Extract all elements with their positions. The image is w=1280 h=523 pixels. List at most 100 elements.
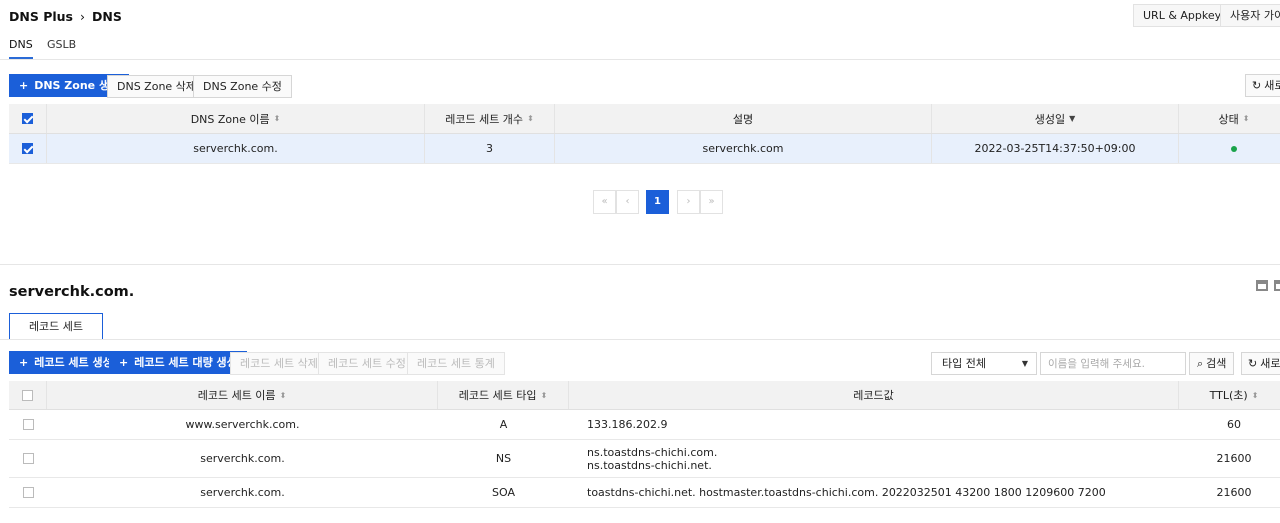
bulk-create-label: 레코드 세트 대량 생성 xyxy=(134,356,237,369)
record-type-value: 타입 전체 xyxy=(942,357,986,370)
sort-desc-icon: ▼ xyxy=(1069,114,1076,123)
col-ttl-label: TTL(초) xyxy=(1209,389,1248,402)
url-appkey-button[interactable]: URL & Appkey xyxy=(1133,4,1232,27)
table-row[interactable]: serverchk.com. NS ns.toastdns-chichi.com… xyxy=(9,440,1280,478)
zone-name-cell: serverchk.com. xyxy=(47,134,425,163)
record-type-select[interactable]: 타입 전체 ▼ xyxy=(931,352,1037,375)
delete-record-set-button[interactable]: 레코드 세트 삭제 xyxy=(230,352,328,375)
delete-zone-button[interactable]: DNS Zone 삭제 xyxy=(107,75,206,98)
status-active-icon xyxy=(1231,145,1237,152)
table-row[interactable]: serverchk.com. SOA toastdns-chichi.net. … xyxy=(9,478,1280,508)
record-name-cell: www.serverchk.com. xyxy=(185,418,300,431)
record-set-stats-button[interactable]: 레코드 세트 통계 xyxy=(407,352,505,375)
col-record-count[interactable]: 레코드 세트 개수 ⬍ xyxy=(425,104,555,133)
chevron-right-icon: › xyxy=(79,9,85,24)
row-select-cell xyxy=(9,410,47,439)
sort-icon: ⬍ xyxy=(273,114,281,123)
record-name-cell: serverchk.com. xyxy=(200,452,285,465)
created-cell: 2022-03-25T14:37:50+09:00 xyxy=(932,134,1179,163)
record-search-input[interactable] xyxy=(1040,352,1186,375)
col-record-type-label: 레코드 세트 타입 xyxy=(458,389,537,402)
record-select-all-checkbox[interactable] xyxy=(22,389,33,401)
sort-icon: ⬍ xyxy=(1242,114,1250,123)
user-guide-button[interactable]: 사용자 가이드 xyxy=(1220,4,1280,27)
row-select-cell xyxy=(9,440,47,477)
col-description: 설명 xyxy=(555,104,932,133)
zone-row[interactable]: serverchk.com. 3 serverchk.com 2022-03-2… xyxy=(9,134,1280,164)
plus-icon: + xyxy=(119,356,129,369)
zone-table-header: DNS Zone 이름 ⬍ 레코드 세트 개수 ⬍ 설명 생성일 ▼ 상태 ⬍ xyxy=(9,104,1280,134)
row-checkbox[interactable] xyxy=(22,453,34,464)
col-ttl[interactable]: TTL(초) ⬍ xyxy=(1179,381,1280,409)
tab-gslb[interactable]: GSLB xyxy=(47,38,76,59)
col-record-value: 레코드값 xyxy=(569,381,1179,409)
sort-icon: ⬍ xyxy=(527,114,534,123)
record-value-line: ns.toastdns-chichi.com. xyxy=(587,445,718,459)
zone-detail-title: serverchk.com. xyxy=(9,284,135,300)
col-status[interactable]: 상태 ⬍ xyxy=(1179,104,1280,133)
record-value-cell: 133.186.202.9 xyxy=(587,418,668,431)
tab-dns[interactable]: DNS xyxy=(9,38,33,59)
row-select-cell xyxy=(9,478,47,507)
record-value-line: ns.toastdns-chichi.net. xyxy=(587,458,712,472)
next-page-button[interactable]: › xyxy=(677,190,700,214)
record-table-header: 레코드 세트 이름 ⬍ 레코드 세트 타입 ⬍ 레코드값 TTL(초) ⬍ xyxy=(9,381,1280,410)
zone-refresh-button[interactable]: ↻ 새로 xyxy=(1245,74,1280,97)
zone-row-checkbox[interactable] xyxy=(22,143,33,154)
col-record-value-label: 레코드값 xyxy=(853,389,894,402)
ttl-cell: 21600 xyxy=(1216,452,1252,465)
search-label: 검색 xyxy=(1206,357,1227,370)
col-zone-name-label: DNS Zone 이름 xyxy=(190,112,270,126)
zone-row-select-cell xyxy=(9,134,47,163)
page-header: DNS Plus › DNS URL & Appkey 사용자 가이드 xyxy=(0,0,1280,34)
record-type-cell: SOA xyxy=(492,486,515,499)
row-checkbox[interactable] xyxy=(22,487,34,498)
select-all-checkbox[interactable] xyxy=(22,113,33,124)
breadcrumb-service[interactable]: DNS Plus xyxy=(9,9,73,24)
page-1-button[interactable]: 1 xyxy=(646,190,669,214)
record-value-cell: toastdns-chichi.net. hostmaster.toastdns… xyxy=(587,486,1106,499)
record-refresh-button[interactable]: ↻ 새로 xyxy=(1241,352,1280,375)
record-select-all-cell xyxy=(9,381,47,409)
ttl-cell: 60 xyxy=(1227,418,1241,431)
record-type-cell: NS xyxy=(495,452,512,465)
sort-icon: ⬍ xyxy=(1251,390,1259,400)
edit-record-set-button[interactable]: 레코드 세트 수정 xyxy=(318,352,416,375)
first-page-button[interactable]: « xyxy=(593,190,616,214)
breadcrumb-current: DNS xyxy=(91,9,122,24)
last-page-button[interactable]: » xyxy=(700,190,723,214)
breadcrumb: DNS Plus › DNS xyxy=(9,9,122,24)
table-row[interactable]: www.serverchk.com. A 133.186.202.9 60 xyxy=(9,410,1280,440)
description-cell: serverchk.com xyxy=(555,134,932,163)
col-record-type[interactable]: 레코드 세트 타입 ⬍ xyxy=(438,381,569,409)
tab-record-sets[interactable]: 레코드 세트 xyxy=(9,313,103,339)
prev-page-button[interactable]: ‹ xyxy=(616,190,639,214)
dns-plus-page: DNS Plus › DNS URL & Appkey 사용자 가이드 DNS GS… xyxy=(0,0,1280,523)
create-record-set-button[interactable]: + 레코드 세트 생성 xyxy=(9,351,123,374)
col-record-name-label: 레코드 세트 이름 xyxy=(197,389,276,402)
record-name-cell: serverchk.com. xyxy=(200,486,285,499)
search-button[interactable]: ⌕ 검색 xyxy=(1189,352,1235,375)
refresh-icon: ↻ xyxy=(1248,357,1258,370)
panel-maximize-icon[interactable] xyxy=(1274,280,1280,291)
section-divider xyxy=(0,264,1280,265)
plus-icon: + xyxy=(19,356,29,369)
select-all-cell xyxy=(9,104,47,133)
edit-zone-button[interactable]: DNS Zone 수정 xyxy=(193,75,292,98)
status-cell xyxy=(1179,134,1280,163)
col-created[interactable]: 생성일 ▼ xyxy=(932,104,1179,133)
row-checkbox[interactable] xyxy=(22,419,34,430)
col-record-name[interactable]: 레코드 세트 이름 ⬍ xyxy=(47,381,438,409)
record-refresh-label: 새로 xyxy=(1260,357,1280,370)
plus-icon: + xyxy=(19,79,29,92)
bulk-create-record-set-button[interactable]: + 레코드 세트 대량 생성 xyxy=(109,351,247,374)
zone-refresh-label: 새로 xyxy=(1264,79,1280,92)
refresh-icon: ↻ xyxy=(1252,79,1262,92)
col-zone-name[interactable]: DNS Zone 이름 ⬍ xyxy=(47,104,425,133)
panel-split-icon[interactable] xyxy=(1256,280,1268,291)
ttl-cell: 21600 xyxy=(1216,486,1252,499)
record-type-cell: A xyxy=(499,418,508,431)
col-status-label: 상태 xyxy=(1218,112,1239,126)
sort-icon: ⬍ xyxy=(279,390,287,400)
create-record-set-label: 레코드 세트 생성 xyxy=(34,356,113,369)
